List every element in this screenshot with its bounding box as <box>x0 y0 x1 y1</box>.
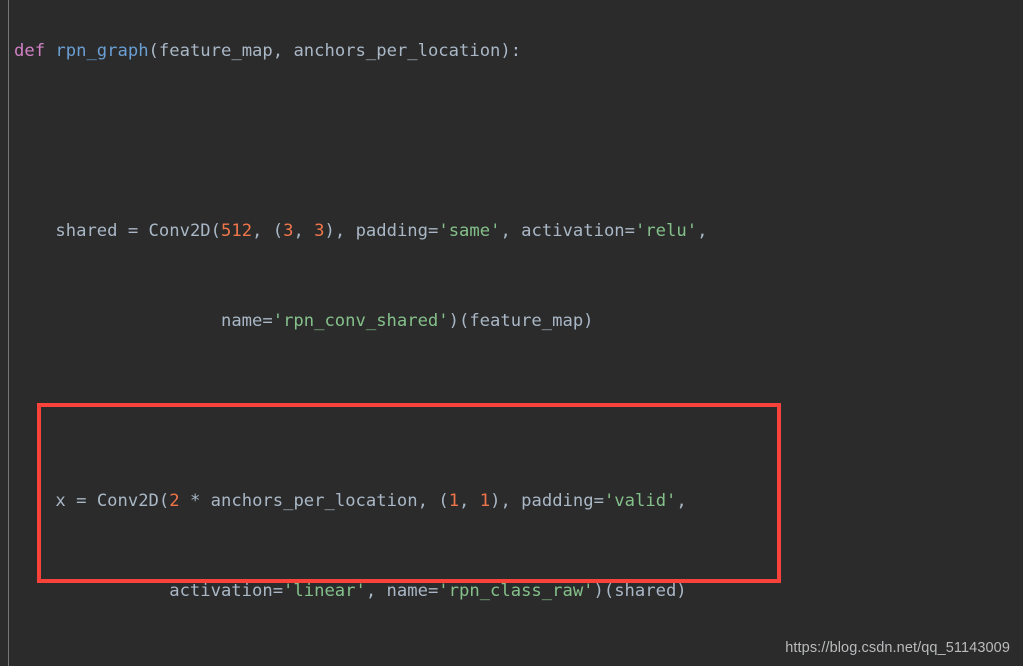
token-punc: , <box>697 221 708 241</box>
token-paren-close: ): <box>500 41 522 61</box>
token-punc: , ( <box>252 221 284 241</box>
token-string-rpn-conv-shared: 'rpn_conv_shared' <box>272 311 449 331</box>
token-class-conv2d: Conv2D <box>148 221 211 241</box>
token-comma: , <box>272 41 294 61</box>
code-screenshot: def rpn_graph(feature_map, anchors_per_l… <box>0 0 1023 666</box>
token-paren: ( <box>158 491 170 511</box>
token-kwarg-name: name= <box>220 311 273 331</box>
token-punc: , ( <box>417 491 449 511</box>
token-paren: ( <box>210 221 221 241</box>
token-punc: , <box>365 581 387 601</box>
token-arg-anchors-per-location: anchors_per_location <box>210 491 418 511</box>
token-paren: ( <box>148 41 159 61</box>
token-param-anchors-per-location: anchors_per_location <box>293 41 501 61</box>
token-punc: ), <box>324 221 356 241</box>
token-number-1a: 1 <box>448 491 460 511</box>
token-punc: , <box>459 491 480 511</box>
indent-guide-line <box>8 0 9 666</box>
token-kwarg-padding: padding= <box>521 491 604 511</box>
code-line-4: name='rpn_conv_shared')(feature_map) <box>14 306 1014 336</box>
token-number-3b: 3 <box>314 221 325 241</box>
token-number-512: 512 <box>221 221 253 241</box>
code-block[interactable]: def rpn_graph(feature_map, anchors_per_l… <box>14 6 1014 666</box>
token-number-2: 2 <box>169 491 180 511</box>
token-operator-mult: * <box>179 491 211 511</box>
code-line-6: x = Conv2D(2 * anchors_per_location, (1,… <box>14 486 1014 516</box>
token-kwarg-name: name= <box>386 581 439 601</box>
token-function-name: rpn_graph <box>55 41 149 61</box>
token-call-feature-map: )(feature_map) <box>448 311 594 331</box>
watermark-url: https://blog.csdn.net/qq_51143009 <box>785 640 1010 656</box>
token-equals: = <box>127 221 149 241</box>
token-string-same: 'same' <box>438 221 501 241</box>
code-line-2-blank <box>14 126 1014 156</box>
token-string-relu: 'relu' <box>634 221 698 241</box>
token-number-1b: 1 <box>479 491 491 511</box>
token-kwarg-padding: padding= <box>355 221 439 241</box>
token-param-feature-map: feature_map <box>158 41 273 61</box>
token-punc: , <box>676 491 687 511</box>
token-call-shared: )(shared) <box>593 581 687 601</box>
token-kwarg-activation: activation= <box>521 221 635 241</box>
code-line-1: def rpn_graph(feature_map, anchors_per_l… <box>14 36 1014 66</box>
token-class-conv2d: Conv2D <box>96 491 159 511</box>
token-punc: , <box>500 221 522 241</box>
code-line-5-blank <box>14 396 1014 426</box>
token-punc: ), <box>490 491 522 511</box>
token-string-linear: 'linear' <box>283 581 366 601</box>
token-string-valid: 'valid' <box>603 491 677 511</box>
token-var-x: x <box>55 491 77 511</box>
token-kwarg-activation: activation= <box>169 581 284 601</box>
code-line-7: activation='linear', name='rpn_class_raw… <box>14 576 1014 606</box>
code-line-3: shared = Conv2D(512, (3, 3), padding='sa… <box>14 216 1014 246</box>
token-number-3a: 3 <box>283 221 294 241</box>
token-equals: = <box>76 491 97 511</box>
token-string-rpn-class-raw: 'rpn_class_raw' <box>438 581 594 601</box>
token-punc: , <box>293 221 315 241</box>
token-keyword-def: def <box>14 41 46 61</box>
token-var-shared: shared <box>55 221 128 241</box>
